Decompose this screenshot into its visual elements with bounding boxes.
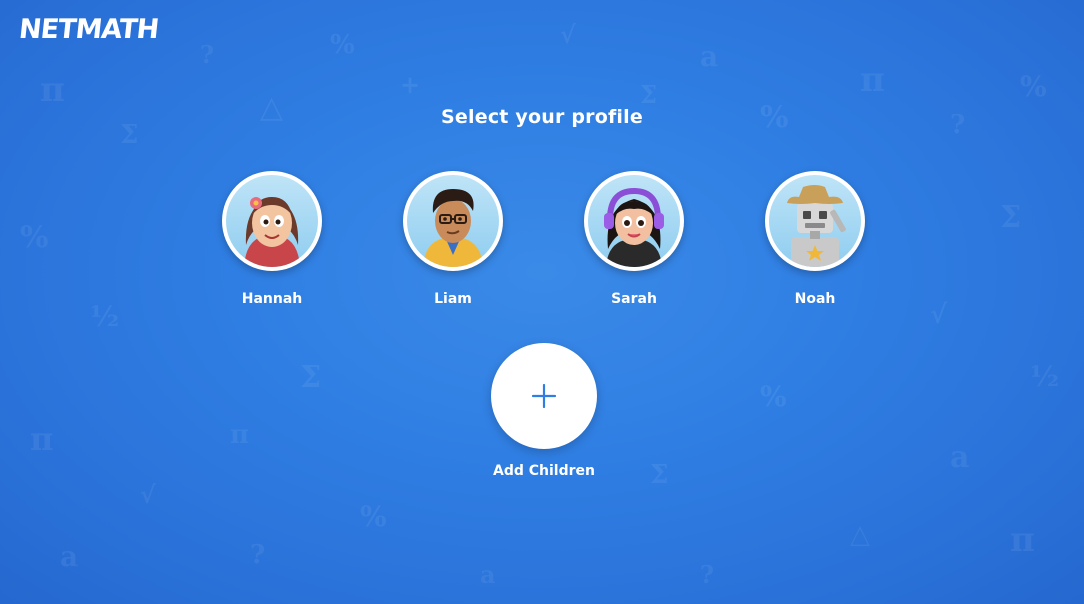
profile-name: Liam: [434, 291, 472, 307]
profile-sarah[interactable]: Sarah: [574, 171, 694, 307]
avatar[interactable]: [765, 171, 865, 271]
profile-name: Noah: [794, 291, 836, 307]
robot-cowboy-avatar-icon: [787, 185, 846, 267]
girl-with-headphones-avatar-icon: [604, 187, 664, 267]
profile-name: Sarah: [611, 291, 657, 307]
add-children-button[interactable]: Add Children: [484, 343, 604, 479]
add-children-label: Add Children: [493, 463, 595, 479]
plus-icon: [531, 383, 557, 409]
math-pattern-background: π Σ % ½ π √ a ? △ % + Σ π % ? a Σ % π ? …: [20, 20, 1060, 589]
profile-name: Hannah: [241, 291, 303, 307]
page-title: Select your profile: [441, 106, 643, 128]
avatar[interactable]: [403, 171, 503, 271]
girl-with-flower-avatar-icon: [244, 197, 300, 267]
profile-noah[interactable]: Noah: [755, 171, 875, 307]
boy-with-glasses-avatar-icon: [423, 189, 483, 267]
avatar[interactable]: [222, 171, 322, 271]
add-children-circle[interactable]: [491, 343, 597, 449]
avatar[interactable]: [584, 171, 684, 271]
profile-liam[interactable]: Liam: [393, 171, 513, 307]
netmath-logo[interactable]: NETMATH: [17, 14, 159, 45]
profile-hannah[interactable]: Hannah: [212, 171, 332, 307]
